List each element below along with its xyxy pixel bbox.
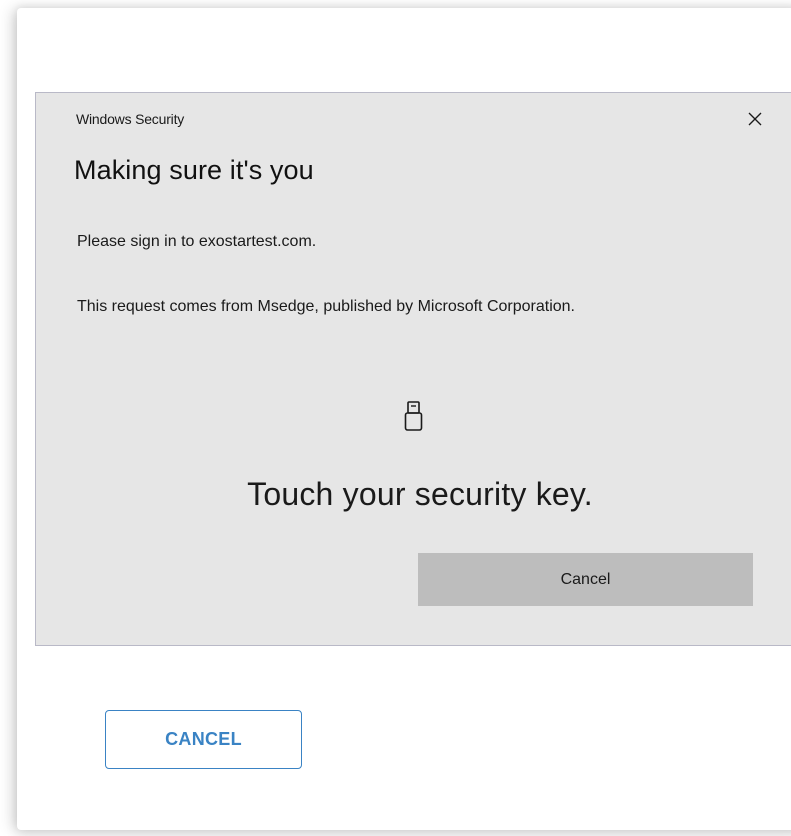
usb-security-key-icon [402,397,426,437]
close-icon[interactable] [745,109,765,129]
windows-security-dialog: Windows Security Making sure it's you Pl… [35,92,791,646]
dialog-cancel-button[interactable]: Cancel [418,553,753,606]
dialog-title: Windows Security [76,111,185,127]
page: Windows Security Making sure it's you Pl… [0,0,791,836]
touch-key-instruction: Touch your security key. [247,476,593,512]
request-origin-message: This request comes from Msedge, publishe… [77,298,575,315]
sign-in-message: Please sign in to exostartest.com. [77,233,317,250]
web-cancel-button[interactable]: CANCEL [105,710,302,769]
dialog-heading: Making sure it's you [74,155,314,185]
